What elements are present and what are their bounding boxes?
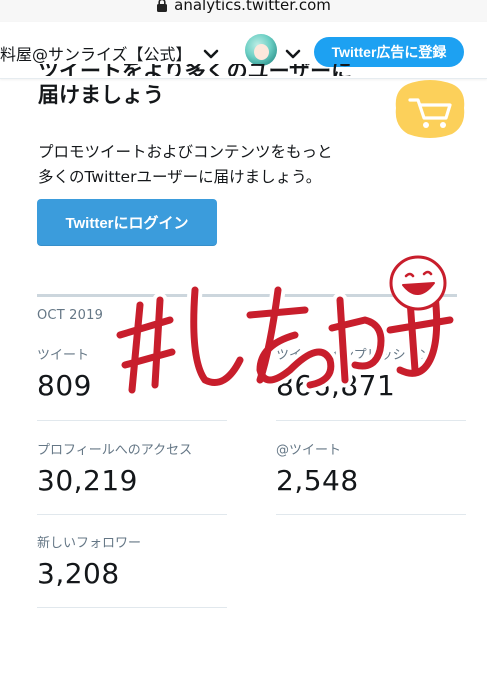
metric-new-followers: 新しいフォロワー 3,208 <box>37 532 141 590</box>
promo-headline: ツイートをより多くのユーザーに 届けましょう <box>38 64 378 112</box>
lock-icon <box>157 0 168 12</box>
promo-description-line1: プロモツイートおよびコンテンツをもっと <box>38 143 333 161</box>
avatar[interactable] <box>245 34 277 66</box>
account-name[interactable]: 料屋@サンライズ【公式】 <box>0 41 192 65</box>
metric-value: 30,219 <box>37 464 138 497</box>
metric-divider <box>37 420 227 421</box>
browser-url-bar[interactable]: analytics.twitter.com <box>0 0 487 22</box>
twitter-login-button[interactable]: Twitterにログイン <box>37 199 217 246</box>
promo-description: プロモツイートおよびコンテンツをもっと 多くのTwitterユーザーに届けましょ… <box>38 140 378 190</box>
metric-value: 809 <box>37 369 92 402</box>
metric-divider <box>276 514 466 515</box>
metric-divider <box>37 514 227 515</box>
shopping-cart-icon <box>395 80 465 138</box>
promo-headline-line1: ツイートをより多くのユーザーに <box>38 64 353 76</box>
stats-period: OCT 2019 <box>37 308 104 323</box>
promo-headline-line2: 届けましょう <box>38 83 164 107</box>
metric-label: プロフィールへのアクセス <box>37 443 193 458</box>
smiley-face-icon <box>389 255 447 311</box>
metric-profile-visits: プロフィールへのアクセス 30,219 <box>37 439 192 497</box>
metric-divider <box>276 420 466 421</box>
account-chevron-down-icon[interactable] <box>203 49 219 59</box>
metric-tweets: ツイート 809 <box>37 344 92 402</box>
metric-label: ツイート <box>37 348 90 363</box>
twitter-ads-signup-button[interactable]: Twitter広告に登録 <box>314 37 464 67</box>
metric-value: 2,548 <box>276 464 359 497</box>
metric-divider <box>37 607 227 608</box>
avatar-chevron-down-icon[interactable] <box>285 49 301 59</box>
metric-label: @ツイート <box>276 443 342 458</box>
metric-value: 3,208 <box>37 557 120 590</box>
metric-mentions: @ツイート 2,548 <box>276 439 359 497</box>
metric-label: 新しいフォロワー <box>37 536 142 551</box>
url-text: analytics.twitter.com <box>174 0 331 14</box>
promo-description-line2: 多くのTwitterユーザーに届けましょう。 <box>38 168 322 186</box>
